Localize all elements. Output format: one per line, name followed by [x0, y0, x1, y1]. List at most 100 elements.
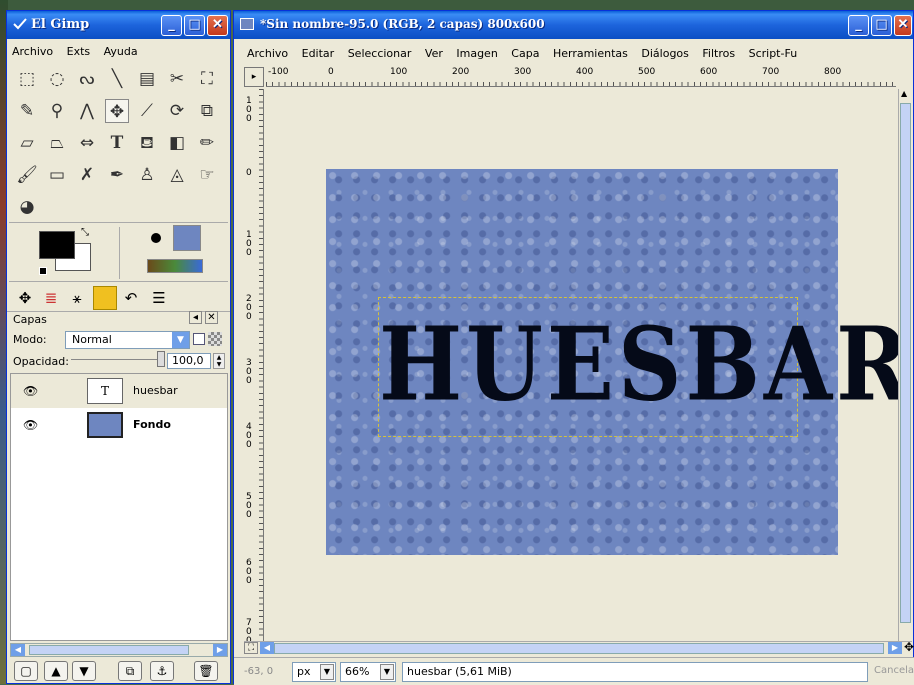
foreground-select-icon[interactable]: ⛶: [195, 67, 219, 91]
paths-tab-icon[interactable]: ☰: [147, 286, 171, 310]
cancel-button[interactable]: Cancelar: [872, 662, 914, 682]
menu-exts[interactable]: Exts: [62, 41, 96, 62]
canvas-area[interactable]: HUESBAR: [266, 89, 909, 641]
toolbox-titlebar[interactable]: El Gimp _ □ ✕: [7, 11, 230, 39]
keep-transparency-checkbox[interactable]: [193, 333, 205, 345]
menu-archivo[interactable]: Archivo: [242, 43, 293, 64]
layers-tab-icon[interactable]: ≣: [39, 286, 63, 310]
close-button[interactable]: ✕: [207, 15, 228, 36]
shear-icon[interactable]: ▱: [15, 131, 39, 155]
minimize-button[interactable]: _: [161, 15, 182, 36]
rect-select-icon[interactable]: ⬚: [15, 67, 39, 91]
opacity-slider-track[interactable]: [71, 359, 161, 360]
chevron-down-icon[interactable]: ▼: [172, 332, 189, 348]
perspective-icon[interactable]: ⏢: [45, 131, 69, 155]
menu-filtros[interactable]: Filtros: [697, 43, 740, 64]
hscroll-thumb[interactable]: [274, 643, 884, 654]
airbrush-icon[interactable]: ✗: [75, 163, 99, 187]
move-icon[interactable]: ✥: [105, 99, 129, 123]
bucket-fill-icon[interactable]: ⛾: [135, 131, 159, 155]
scroll-left-icon[interactable]: ◀: [11, 644, 25, 656]
chevron-down-icon[interactable]: ▼: [320, 664, 334, 680]
menu-archivo[interactable]: Archivo: [7, 41, 58, 62]
minimize-button[interactable]: _: [848, 15, 869, 36]
menu-editar[interactable]: Editar: [297, 43, 340, 64]
brush-preview-icon[interactable]: [151, 233, 161, 243]
move-icon[interactable]: ✥: [904, 640, 914, 654]
anchor-layer-button[interactable]: ⚓: [150, 661, 174, 681]
menu-script-fu[interactable]: Script-Fu: [744, 43, 803, 64]
scroll-right-icon[interactable]: ▶: [888, 642, 902, 654]
gradient-preview[interactable]: [147, 259, 203, 273]
lower-layer-button[interactable]: ▼: [72, 661, 96, 681]
paths-icon[interactable]: ✎: [15, 99, 39, 123]
scale-icon[interactable]: ⧉: [195, 99, 219, 123]
menu-imagen[interactable]: Imagen: [451, 43, 502, 64]
scroll-up-icon[interactable]: ▲: [901, 89, 907, 98]
image-fondo[interactable]: HUESBAR: [326, 169, 909, 555]
pencil-icon[interactable]: ✏: [195, 131, 219, 155]
dodge-burn-icon[interactable]: ◕: [15, 195, 39, 219]
free-select-icon[interactable]: ᔓ: [75, 67, 99, 91]
scroll-right-icon[interactable]: ▶: [213, 644, 227, 656]
fuzzy-select-icon[interactable]: ╲: [105, 67, 129, 91]
close-button[interactable]: ✕: [894, 15, 912, 36]
menu-capa[interactable]: Capa: [506, 43, 544, 64]
scroll-thumb[interactable]: [29, 645, 189, 655]
menu-ver[interactable]: Ver: [420, 43, 448, 64]
panel-menu-icon[interactable]: ◂: [189, 311, 202, 324]
ellipse-select-icon[interactable]: ◌: [45, 67, 69, 91]
new-layer-button[interactable]: ▢: [14, 661, 38, 681]
opacity-slider-handle[interactable]: [157, 351, 165, 367]
delete-layer-button[interactable]: 🗑: [194, 661, 218, 681]
flip-icon[interactable]: ⇔: [75, 131, 99, 155]
chevron-down-icon[interactable]: ▼: [380, 664, 394, 680]
panel-close-icon[interactable]: ✕: [205, 311, 218, 324]
paintbrush-icon[interactable]: 🖌: [15, 163, 39, 187]
text-tool-icon[interactable]: T: [105, 131, 129, 155]
color-tab-icon[interactable]: [93, 286, 117, 310]
navigate-icon[interactable]: ⛶: [244, 642, 258, 654]
blend-icon[interactable]: ◧: [165, 131, 189, 155]
eye-icon[interactable]: 👁: [23, 418, 38, 432]
eraser-icon[interactable]: ▭: [45, 163, 69, 187]
horizontal-ruler[interactable]: -100 0 100 200 300 400 500 600 700 800: [266, 67, 896, 87]
select-by-color-icon[interactable]: ▤: [135, 67, 159, 91]
opacity-spin-arrows[interactable]: ▲ ▼: [213, 353, 225, 369]
default-colors-icon[interactable]: [39, 267, 47, 275]
smudge-icon[interactable]: ☞: [195, 163, 219, 187]
menu-seleccionar[interactable]: Seleccionar: [343, 43, 417, 64]
scissors-icon[interactable]: ✂: [165, 67, 189, 91]
layers-hscrollbar[interactable]: ◀ ▶: [10, 643, 228, 657]
text-layer-boundary[interactable]: HUESBAR: [378, 297, 909, 437]
unit-select[interactable]: px ▼: [292, 662, 336, 682]
clone-icon[interactable]: ♙: [135, 163, 159, 187]
mode-select[interactable]: Normal ▼: [65, 331, 190, 349]
color-picker-icon[interactable]: ⚲: [45, 99, 69, 123]
menu-dialogos[interactable]: Diálogos: [636, 43, 694, 64]
opacity-spinbox[interactable]: 100,0: [167, 353, 211, 369]
eye-icon[interactable]: 👁: [23, 384, 38, 398]
channels-tab-icon[interactable]: ⚹: [65, 286, 89, 310]
undo-history-tab-icon[interactable]: ↶: [119, 286, 143, 310]
heal-icon[interactable]: ◬: [165, 163, 189, 187]
scroll-left-icon[interactable]: ◀: [260, 642, 274, 654]
pattern-preview[interactable]: [173, 225, 201, 251]
menu-herramientas[interactable]: Herramientas: [548, 43, 633, 64]
ruler-origin-button[interactable]: ▸: [244, 67, 264, 87]
maximize-button[interactable]: □: [871, 15, 892, 36]
foreground-color-swatch[interactable]: [39, 231, 75, 259]
raise-layer-button[interactable]: ▲: [44, 661, 68, 681]
swap-colors-icon[interactable]: ⤡: [81, 227, 89, 238]
layer-row-fondo[interactable]: 👁 Fondo: [11, 408, 227, 442]
vertical-ruler[interactable]: 100 0 100 200 300 400 500 600 700: [244, 89, 264, 641]
layer-row-huesbar[interactable]: 👁 T huesbar: [11, 374, 227, 408]
menu-ayuda[interactable]: Ayuda: [99, 41, 143, 62]
duplicate-layer-button[interactable]: ⧉: [118, 661, 142, 681]
vscroll-thumb[interactable]: [900, 103, 911, 623]
vertical-scrollbar[interactable]: ▲: [898, 89, 912, 641]
zoom-select[interactable]: 66% ▼: [340, 662, 396, 682]
horizontal-scrollbar[interactable]: ⛶ ◀ ▶ ✥: [244, 640, 914, 655]
ink-icon[interactable]: ✒: [105, 163, 129, 187]
tool-options-tab-icon[interactable]: ✥: [13, 286, 37, 310]
